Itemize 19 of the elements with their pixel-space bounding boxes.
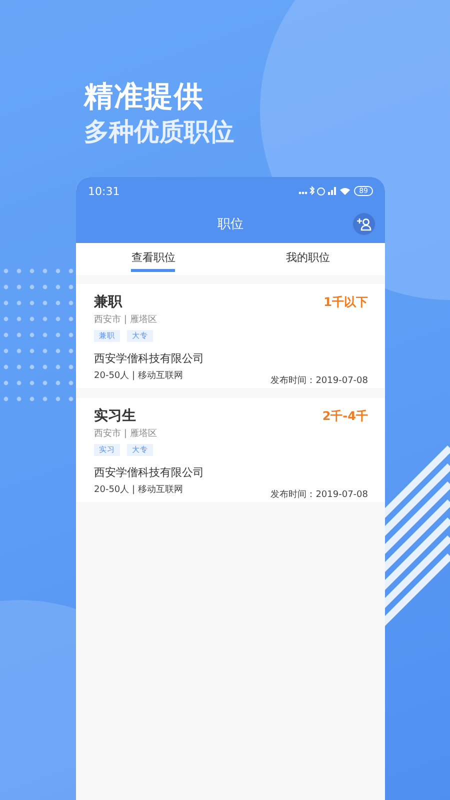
company-info: 20-50人 | 移动互联网 xyxy=(94,370,183,382)
company-name: 西安学僧科技有限公司 xyxy=(94,351,205,366)
tab[interactable]: 我的职位 xyxy=(230,243,385,275)
job-title: 兼职 xyxy=(94,293,122,311)
company-name: 西安学僧科技有限公司 xyxy=(94,465,205,480)
add-user-button[interactable] xyxy=(353,213,375,235)
job-location: 西安市 | 雁塔区 xyxy=(94,428,158,440)
salary: 1千以下 xyxy=(324,294,368,311)
post-date: 发布时间：2019-07-08 xyxy=(270,374,368,387)
job-location: 西安市 | 雁塔区 xyxy=(94,314,158,326)
page-title: 职位 xyxy=(218,216,244,233)
subheadline: 多种优质职位 xyxy=(84,116,235,148)
job-title: 实习生 xyxy=(94,407,136,425)
headline: 精准提供 xyxy=(84,78,205,114)
status-time: 10:31 xyxy=(88,184,120,198)
salary: 2千-4千 xyxy=(322,408,368,425)
post-date: 发布时间：2019-07-08 xyxy=(270,488,368,501)
company-info: 20-50人 | 移动互联网 xyxy=(94,484,183,496)
status-icons xyxy=(298,186,350,196)
